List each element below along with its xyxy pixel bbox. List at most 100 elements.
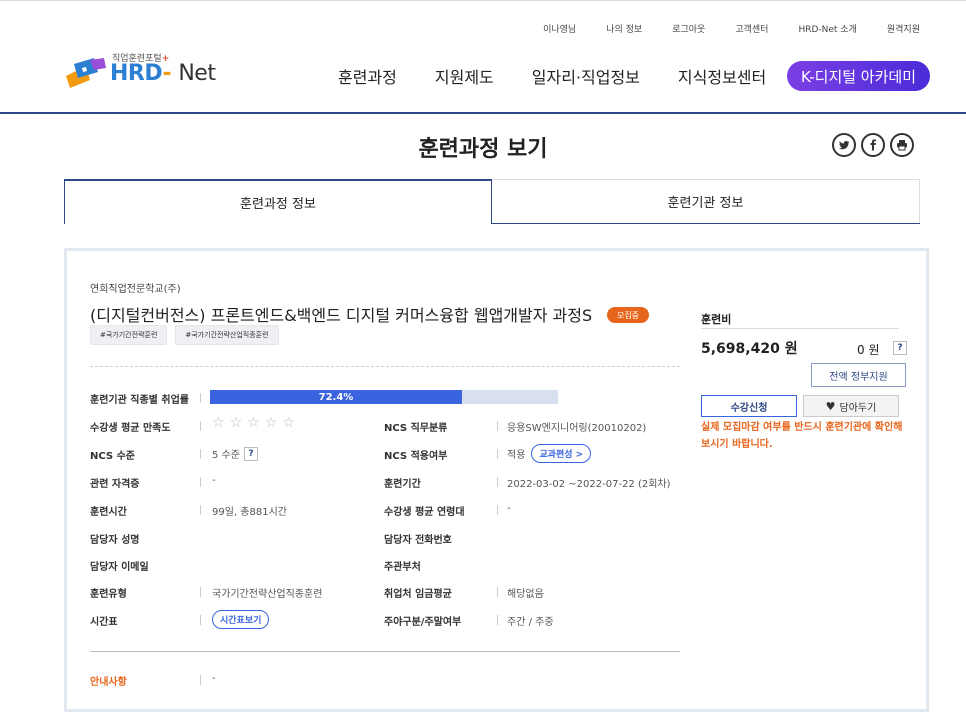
status-badge: 모집중 (607, 307, 649, 323)
employment-bar-fill: 72.4% (210, 390, 462, 404)
tab-course-info[interactable]: 훈련과정 정보 (64, 179, 492, 224)
help-icon[interactable]: ? (243, 446, 258, 461)
nav-k-digital-academy[interactable]: K-디지털 아카데미 (787, 61, 930, 91)
satisfaction-row: 수강생 평균 만족도 (90, 419, 171, 434)
separator (200, 421, 201, 431)
ncs-level-label: NCS 수준 (90, 451, 135, 462)
ncs-job-value: 응용SW엔지니어링(20010202) (507, 423, 647, 434)
utility-nav: 이나영님 나의 정보 로그아웃 고객센터 HRD-Net 소개 원격지원 (513, 22, 920, 35)
satisfaction-stars: ☆ ☆ ☆ ☆ ☆ (212, 415, 295, 431)
period-row: 훈련기간 (384, 475, 421, 490)
util-logout[interactable]: 로그아웃 (672, 22, 705, 35)
daynight-row: 주야구분/주말여부 (384, 613, 461, 628)
separator (200, 505, 201, 515)
schedule-group: 시간표보기 (206, 610, 270, 629)
institution-name[interactable]: 연희직업전문학교(주) (90, 280, 181, 295)
nav-training-courses[interactable]: 훈련과정 (338, 64, 397, 88)
share-buttons (832, 133, 914, 157)
separator (497, 587, 498, 597)
wage-label: 취업처 임금평균 (384, 589, 452, 600)
tab-institution-info[interactable]: 훈련기관 정보 (492, 179, 920, 224)
divider (701, 328, 899, 329)
type-label: 훈련유형 (90, 589, 127, 600)
logo-mark-icon (66, 58, 106, 88)
star-icon: ☆ (212, 415, 225, 431)
separator (200, 675, 201, 685)
ncs-apply-value-group: 적용 교과편성 > (507, 444, 592, 463)
separator (200, 393, 201, 403)
ncs-level-value-group: 5 수준 ? (212, 446, 258, 461)
twitter-icon[interactable] (832, 133, 856, 157)
save-button[interactable]: ♥ 담아두기 (803, 395, 899, 417)
main-nav: 훈련과정 지원제도 일자리·직업정보 지식정보센터 K-디지털 아카데미 (338, 61, 930, 91)
cert-row: 관련 자격증 (90, 475, 139, 490)
separator (200, 587, 201, 597)
daynight-label: 주야구분/주말여부 (384, 617, 462, 628)
nav-support-system[interactable]: 지원제도 (435, 64, 494, 88)
util-remote-support[interactable]: 원격지원 (887, 22, 920, 35)
star-icon: ☆ (247, 415, 260, 431)
manager-row: 담당자 성명 (90, 531, 139, 546)
info-value: - (212, 673, 216, 684)
type-row: 훈련유형 (90, 585, 127, 600)
email-label: 담당자 이메일 (90, 562, 149, 573)
separator (497, 615, 498, 625)
cert-value: - (212, 475, 216, 486)
nav-jobs-info[interactable]: 일자리·직업정보 (532, 64, 640, 88)
util-customer-center[interactable]: 고객센터 (735, 22, 768, 35)
top-border (0, 0, 966, 1)
page-title: 훈련과정 보기 (418, 137, 548, 162)
tag-item: #국가기간전략훈련 (90, 325, 168, 345)
course-detail-panel: 연희직업전문학교(주) (디지털컨버전스) 프론트엔드&백엔드 디지털 커머스융… (64, 248, 929, 712)
star-icon: ☆ (264, 415, 278, 431)
curriculum-button[interactable]: 교과편성 > (531, 444, 592, 463)
separator (200, 615, 201, 625)
wage-row: 취업처 임금평균 (384, 585, 452, 600)
course-title: (디지털컨버전스) 프론트엔드&백엔드 디지털 커머스융합 웹앱개발자 과정S (90, 306, 593, 325)
separator (497, 449, 498, 459)
util-about[interactable]: HRD-Net 소개 (798, 22, 856, 35)
schedule-label: 시간표 (90, 617, 118, 628)
time-value: 99일, 총881시간 (212, 507, 287, 518)
util-my-info[interactable]: 나의 정보 (606, 22, 642, 35)
ncs-apply-row: NCS 적용여부 (384, 447, 447, 462)
cert-label: 관련 자격증 (90, 479, 140, 490)
nav-knowledge-center[interactable]: 지식정보센터 (678, 64, 766, 88)
tab-underline (492, 223, 920, 224)
ncs-apply-value: 적용 (507, 450, 526, 461)
satisfaction-label: 수강생 평균 만족도 (90, 423, 171, 434)
facebook-icon[interactable] (861, 133, 885, 157)
hrd-net-logo[interactable]: 직업훈련포털+ HRD- Net (64, 50, 216, 90)
divider (90, 651, 680, 652)
ncs-level-value: 5 수준 (212, 450, 240, 461)
age-value: - (507, 503, 511, 514)
schedule-row: 시간표 (90, 613, 118, 628)
heart-icon: ♥ (825, 399, 836, 413)
help-icon[interactable]: ? (893, 341, 907, 355)
daynight-value: 주간 / 주중 (507, 617, 554, 628)
header-divider (0, 112, 966, 114)
separator (497, 477, 498, 487)
fee-title: 훈련비 (701, 313, 732, 326)
period-label: 훈련기간 (384, 479, 421, 490)
apply-button[interactable]: 수강신청 (701, 395, 797, 417)
ncs-level-row: NCS 수준 (90, 447, 135, 462)
dept-row: 주관부처 (384, 558, 421, 573)
employment-label: 훈련기관 직종별 취업률 (90, 395, 189, 406)
manager-label: 담당자 성명 (90, 535, 140, 546)
separator (497, 505, 498, 515)
print-icon[interactable] (890, 133, 914, 157)
ncs-apply-label: NCS 적용여부 (384, 451, 448, 462)
info-label: 안내사항 (90, 677, 127, 688)
phone-row: 담당자 전화번호 (384, 531, 452, 546)
age-label: 수강생 평균 연령대 (384, 507, 465, 518)
ncs-job-label: NCS 직무분류 (384, 423, 448, 434)
util-user-name[interactable]: 이나영님 (543, 22, 576, 35)
employment-row: 훈련기관 직종별 취업률 (90, 391, 189, 406)
gov-support-button[interactable]: 전액 정부지원 (811, 363, 906, 387)
time-label: 훈련시간 (90, 507, 127, 518)
divider (90, 366, 680, 367)
timetable-button[interactable]: 시간표보기 (212, 610, 270, 629)
notice-text: 실제 모집마감 여부를 반드시 훈련기관에 확인해보시기 바랍니다. (701, 422, 903, 450)
fee-amount: 5,698,420 원 (701, 341, 798, 357)
